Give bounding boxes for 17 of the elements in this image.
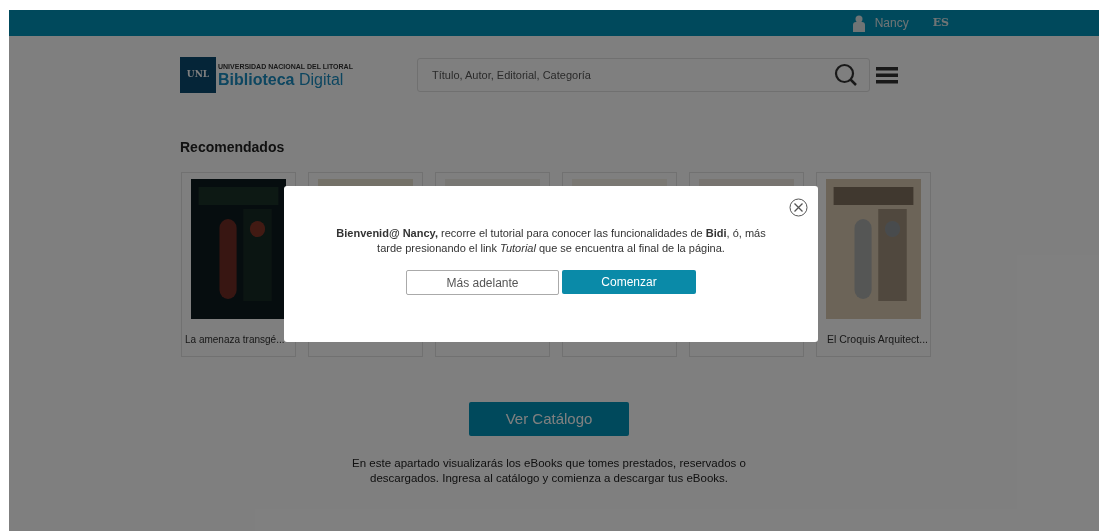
later-button[interactable]: Más adelante xyxy=(406,270,559,295)
menu-icon[interactable] xyxy=(876,66,898,84)
user-icon xyxy=(852,14,865,32)
book-title[interactable]: La amenaza transgé... xyxy=(182,332,285,347)
search-field[interactable]: Título, Autor, Editorial, Categoría xyxy=(417,58,870,92)
welcome-message: Bienvenid@ Nancy, recorre el tutorial para conocer las funcionalidades de Bidi, ó, más tarde presionando el link Tutorial que se encuentra al final de la página. xyxy=(335,226,767,256)
close-icon[interactable] xyxy=(789,198,808,217)
section-title: Recomendados xyxy=(180,138,286,157)
book-card[interactable]: El Croquis Arquitect... xyxy=(816,172,931,357)
info-text: En este apartado visualizarás los eBooks que tomes prestados, reservados o descargados. Ingresa al catálogo y comienza a descargar tus eBooks. xyxy=(351,456,747,486)
logo-title: Biblioteca Digital xyxy=(218,70,345,89)
book-title[interactable]: El Croquis Arquitect... xyxy=(827,332,930,348)
search-icon[interactable] xyxy=(834,63,858,87)
book-card[interactable]: La amenaza transgé... xyxy=(181,172,296,357)
start-button[interactable]: Comenzar xyxy=(562,270,696,294)
catalog-button[interactable]: Ver Catálogo xyxy=(469,402,629,436)
logo-badge: UNL xyxy=(180,57,216,93)
